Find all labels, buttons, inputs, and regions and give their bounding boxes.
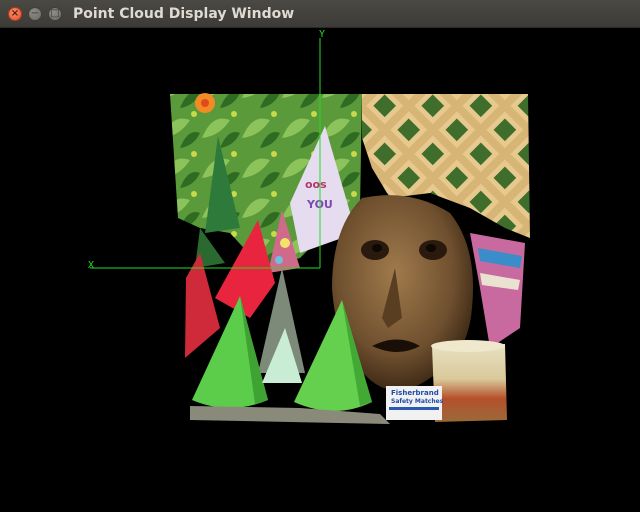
close-button[interactable]: × xyxy=(8,7,22,21)
svg-text:YOU: YOU xyxy=(306,198,333,211)
label-card-line1: Fisherbrand xyxy=(391,389,439,397)
point-cloud-scene: oos YOU Fisherbrand Safety Matches xyxy=(170,93,530,424)
maximize-icon: □ xyxy=(50,8,60,19)
y-axis-label: Y xyxy=(319,29,325,40)
striped-panel xyxy=(470,233,525,348)
point-cloud-window: × − □ Point Cloud Display Window oos YOU… xyxy=(0,0,640,508)
svg-text:oos: oos xyxy=(305,178,327,191)
close-icon: × xyxy=(10,8,20,19)
minimize-button[interactable]: − xyxy=(28,7,42,21)
window-title: Point Cloud Display Window xyxy=(73,6,295,22)
label-card-line2: Safety Matches xyxy=(391,398,444,405)
red-party-hat-left xyxy=(185,253,220,358)
ceramic-jar xyxy=(432,344,507,422)
maximize-button[interactable]: □ xyxy=(48,7,62,21)
x-axis-label: X xyxy=(88,260,94,271)
minimize-icon: − xyxy=(30,8,40,19)
point-cloud-viewport[interactable]: oos YOU Fisherbrand Safety Matches Y X xyxy=(0,28,640,508)
point-cloud-canvas: oos YOU Fisherbrand Safety Matches Y X xyxy=(88,29,530,424)
title-bar[interactable]: × − □ Point Cloud Display Window xyxy=(0,0,640,28)
